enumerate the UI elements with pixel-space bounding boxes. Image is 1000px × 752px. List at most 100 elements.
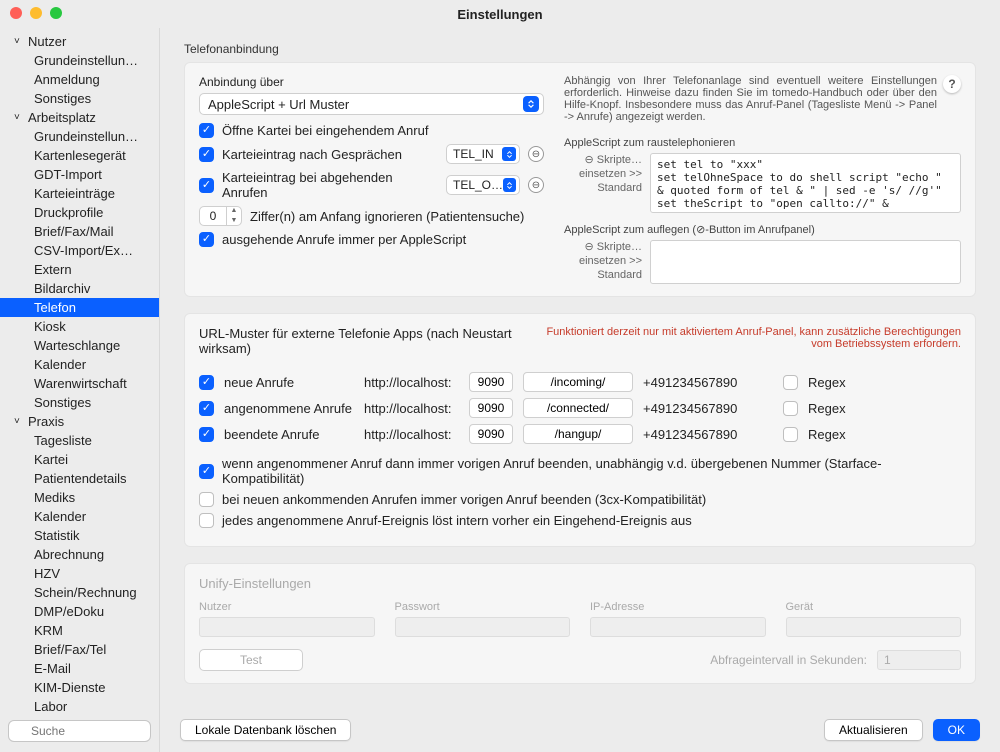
sidebar-item[interactable]: Brief/Fax/Mail <box>0 222 159 241</box>
ziffer-stepper[interactable]: 0 ▲▼ <box>199 206 242 226</box>
help-button[interactable]: ? <box>943 75 961 93</box>
chk-outgoing-always-label: ausgehende Anrufe immer per AppleScript <box>222 232 466 247</box>
sidebar-group[interactable]: ˅Nutzer <box>0 32 159 51</box>
anbindung-label: Anbindung über <box>199 75 544 89</box>
sidebar-item[interactable]: Bildarchiv <box>0 279 159 298</box>
refresh-button[interactable]: Aktualisieren <box>824 719 923 741</box>
sidebar-group[interactable]: ˅Arbeitsplatz <box>0 108 159 127</box>
url-row-host: http://localhost: <box>364 401 459 416</box>
sidebar-item[interactable]: Grundeinstellun… <box>0 127 159 146</box>
sidebar-item[interactable]: DMP/eDoku <box>0 602 159 621</box>
url-row-label: beendete Anrufe <box>224 427 354 442</box>
url-row-path[interactable] <box>523 424 633 444</box>
script-hangup-textarea[interactable] <box>650 240 961 284</box>
sidebar-item[interactable]: Extern <box>0 260 159 279</box>
url-row-port[interactable] <box>469 424 513 444</box>
sidebar-item[interactable]: Abrechnung <box>0 545 159 564</box>
chk-entry-outgoing-label: Karteieintrag bei abgehenden Anrufen <box>222 170 438 200</box>
url-row-regex-label: Regex <box>808 401 846 416</box>
sidebar-item[interactable]: Mediks <box>0 488 159 507</box>
sidebar-item[interactable]: Labor <box>0 697 159 714</box>
sidebar-item[interactable]: Anmeldung <box>0 70 159 89</box>
url-row-regex-checkbox[interactable] <box>783 427 798 442</box>
url-row-port[interactable] <box>469 372 513 392</box>
clear-db-button[interactable]: Lokale Datenbank löschen <box>180 719 351 741</box>
chk-starface[interactable] <box>199 464 214 479</box>
sidebar-tree[interactable]: ˅NutzerGrundeinstellun…AnmeldungSonstige… <box>0 28 159 714</box>
sidebar-group[interactable]: ˅Praxis <box>0 412 159 431</box>
sidebar-item[interactable]: Kartenlesegerät <box>0 146 159 165</box>
chk-internal-trigger-label: jedes angenommene Anruf-Ereignis löst in… <box>222 513 692 528</box>
minimize-icon[interactable] <box>30 7 42 19</box>
sidebar-item[interactable]: Kartei <box>0 450 159 469</box>
chk-3cx[interactable] <box>199 492 214 507</box>
sidebar-item[interactable]: Druckprofile <box>0 203 159 222</box>
url-row-port[interactable] <box>469 398 513 418</box>
sidebar-item[interactable]: Sonstiges <box>0 393 159 412</box>
sidebar-item[interactable]: Warenwirtschaft <box>0 374 159 393</box>
minus-icon[interactable]: ⊖ <box>528 146 544 162</box>
sidebar-item[interactable]: Schein/Rechnung <box>0 583 159 602</box>
sidebar-item[interactable]: Patientendetails <box>0 469 159 488</box>
footer: Lokale Datenbank löschen Aktualisieren O… <box>160 708 1000 752</box>
script-out-textarea[interactable]: set tel to "xxx" set telOhneSpace to do … <box>650 153 961 213</box>
sidebar-item[interactable]: Grundeinstellun… <box>0 51 159 70</box>
sidebar-item[interactable]: Warteschlange <box>0 336 159 355</box>
sidebar-item[interactable]: Kiosk <box>0 317 159 336</box>
zoom-icon[interactable] <box>50 7 62 19</box>
window-title: Einstellungen <box>457 7 542 22</box>
interval-input[interactable] <box>877 650 961 670</box>
sidebar-item[interactable]: Statistik <box>0 526 159 545</box>
url-row-regex-checkbox[interactable] <box>783 401 798 416</box>
sidebar-item[interactable]: Sonstiges <box>0 89 159 108</box>
anbindung-select[interactable]: AppleScript + Url Muster <box>199 93 544 115</box>
chk-internal-trigger[interactable] <box>199 513 214 528</box>
sidebar-item[interactable]: E-Mail <box>0 659 159 678</box>
chevron-down-icon: ˅ <box>14 36 24 47</box>
url-row-path[interactable] <box>523 398 633 418</box>
sidebar-item[interactable]: GDT-Import <box>0 165 159 184</box>
search-input[interactable] <box>8 720 151 742</box>
minus-icon[interactable]: ⊖ <box>528 177 544 193</box>
unify-test-button[interactable]: Test <box>199 649 303 671</box>
unify-geraet-label: Gerät <box>786 601 962 613</box>
chk-entry-outgoing[interactable] <box>199 178 214 193</box>
sidebar-item[interactable]: KIM-Dienste <box>0 678 159 697</box>
ok-button[interactable]: OK <box>933 719 980 741</box>
chevron-down-icon[interactable]: ▼ <box>227 216 241 226</box>
chk-starface-label: wenn angenommener Anruf dann immer vorig… <box>222 456 961 486</box>
url-row-checkbox[interactable] <box>199 427 214 442</box>
entry-outgoing-select[interactable]: TEL_O… <box>446 175 520 195</box>
interval-label: Abfrageintervall in Sekunden: <box>710 653 867 667</box>
close-icon[interactable] <box>10 7 22 19</box>
chevron-down-icon: ˅ <box>14 112 24 123</box>
sidebar-item[interactable]: Tagesliste <box>0 431 159 450</box>
sidebar-item[interactable]: HZV <box>0 564 159 583</box>
chevron-updown-icon <box>503 178 516 192</box>
chk-open-cardfile[interactable] <box>199 123 214 138</box>
sidebar-item[interactable]: Kalender <box>0 507 159 526</box>
url-row-regex-checkbox[interactable] <box>783 375 798 390</box>
url-row-path[interactable] <box>523 372 633 392</box>
chevron-up-icon[interactable]: ▲ <box>227 206 241 216</box>
unify-ip-input[interactable] <box>590 617 766 637</box>
url-row: beendete Anrufehttp://localhost:+4912345… <box>199 424 961 444</box>
url-row-checkbox[interactable] <box>199 401 214 416</box>
url-row-checkbox[interactable] <box>199 375 214 390</box>
sidebar-item[interactable]: CSV-Import/Ex… <box>0 241 159 260</box>
unify-geraet-input[interactable] <box>786 617 962 637</box>
sidebar-item[interactable]: Brief/Fax/Tel <box>0 640 159 659</box>
unify-passwort-input[interactable] <box>395 617 571 637</box>
entry-after-select[interactable]: TEL_IN <box>446 144 520 164</box>
sidebar-item[interactable]: KRM <box>0 621 159 640</box>
unify-heading: Unify-Einstellungen <box>199 576 961 591</box>
script-out-title: AppleScript zum raustelephonieren <box>564 137 961 149</box>
chk-entry-after[interactable] <box>199 147 214 162</box>
chk-outgoing-always[interactable] <box>199 232 214 247</box>
unify-passwort-label: Passwort <box>395 601 571 613</box>
unify-nutzer-input[interactable] <box>199 617 375 637</box>
ziffer-stepper-label: Ziffer(n) am Anfang ignorieren (Patiente… <box>250 209 524 224</box>
sidebar-item[interactable]: Telefon <box>0 298 159 317</box>
sidebar-item[interactable]: Karteieinträge <box>0 184 159 203</box>
sidebar-item[interactable]: Kalender <box>0 355 159 374</box>
